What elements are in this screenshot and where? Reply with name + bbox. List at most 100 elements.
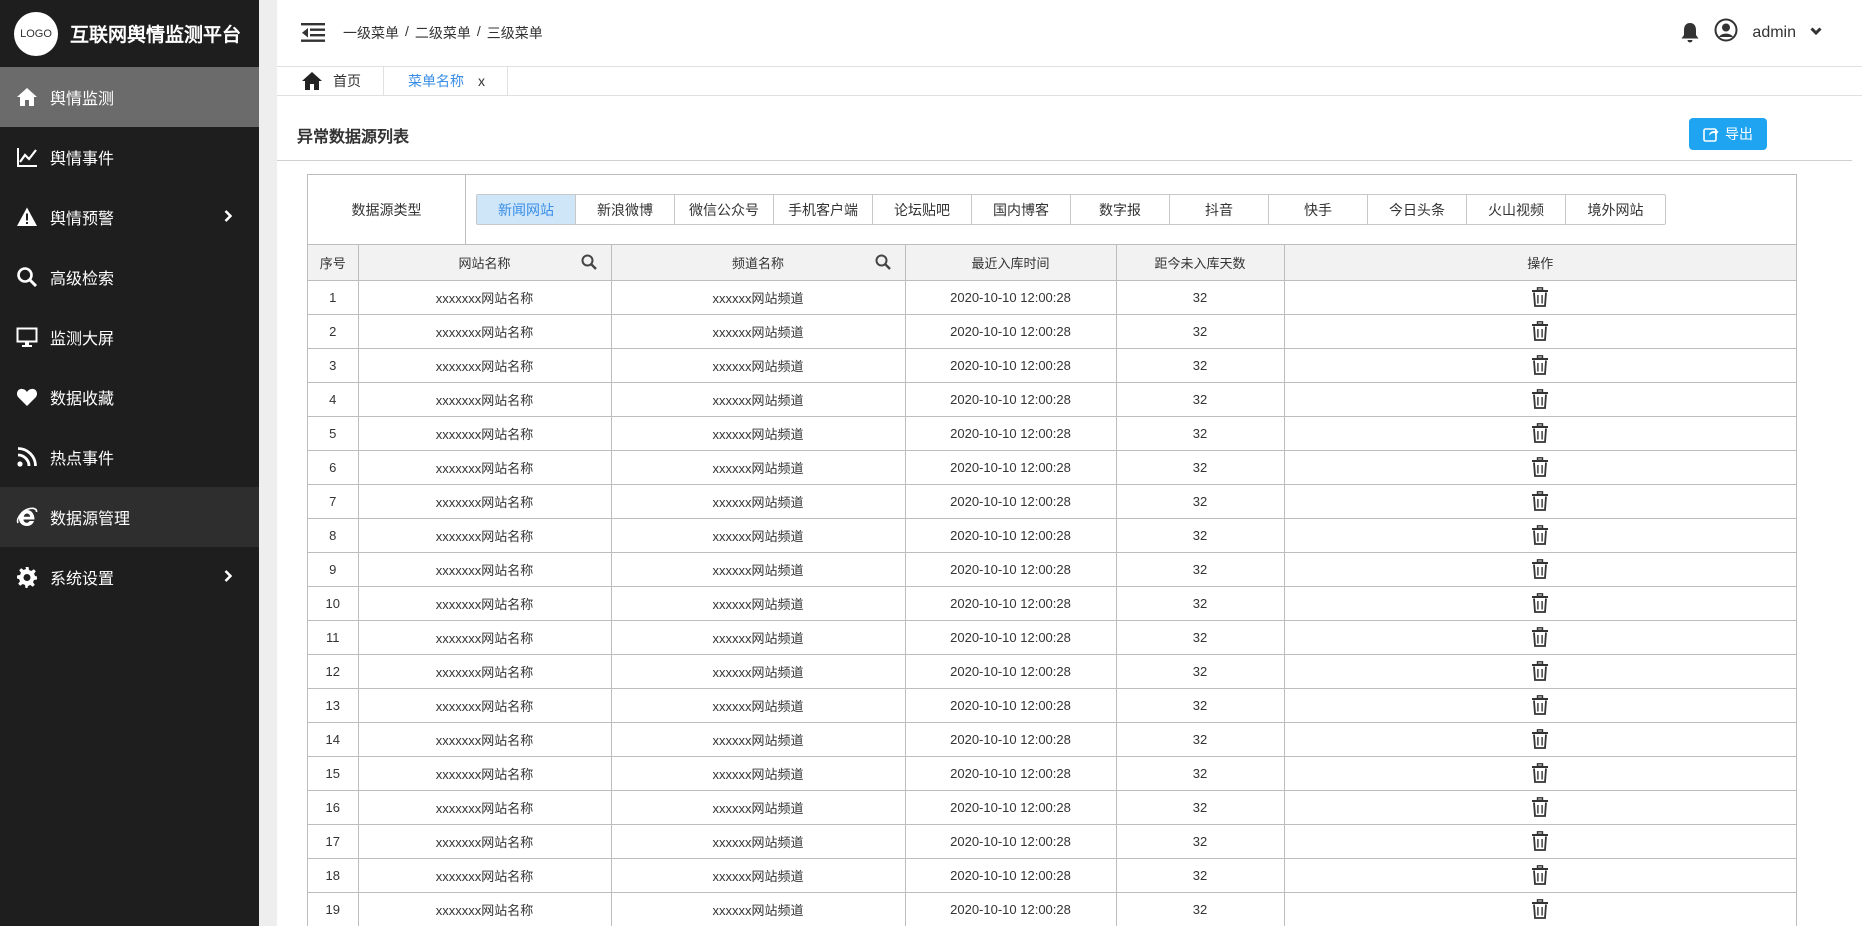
cell-days-since-ingest: 32 [1116, 858, 1285, 893]
trash-icon[interactable] [1531, 389, 1549, 409]
cell-days-since-ingest: 32 [1116, 314, 1285, 349]
trash-icon[interactable] [1531, 423, 1549, 443]
trash-icon[interactable] [1531, 559, 1549, 579]
table-row: 16 xxxxxxx网站名称 xxxxxx网站频道 2020-10-10 12:00:… [308, 790, 1796, 825]
table-row: 6 xxxxxxx网站名称 xxxxxx网站频道 2020-10-10 12:00:2… [308, 450, 1796, 485]
cell-site-name: xxxxxxx网站名称 [358, 722, 612, 757]
close-icon[interactable]: x [478, 73, 485, 89]
sidebar-item-6[interactable]: 数据收藏 [0, 367, 259, 427]
cell-site-name: xxxxxxx网站名称 [358, 314, 612, 349]
sidebar-item-9[interactable]: 系统设置 [0, 547, 259, 607]
avatar-icon[interactable] [1714, 18, 1738, 47]
trash-icon[interactable] [1531, 593, 1549, 613]
cell-channel-name: xxxxxx网站频道 [611, 382, 906, 417]
source-type-tab[interactable]: 抖音 [1170, 195, 1269, 224]
cell-actions [1284, 620, 1796, 655]
cell-row-index: 18 [308, 858, 359, 893]
menu-toggle-icon[interactable] [301, 22, 325, 44]
source-type-tab[interactable]: 新浪微博 [576, 195, 675, 224]
cell-channel-name: xxxxxx网站频道 [611, 552, 906, 587]
source-type-tab[interactable]: 微信公众号 [675, 195, 774, 224]
cell-row-index: 13 [308, 688, 359, 723]
breadcrumb-separator: / [405, 23, 409, 39]
source-type-tab[interactable]: 今日头条 [1368, 195, 1467, 224]
cell-row-index: 19 [308, 892, 359, 926]
trash-icon[interactable] [1531, 287, 1549, 307]
table-row: 4 xxxxxxx网站名称 xxxxxx网站频道 2020-10-10 12:00:2… [308, 382, 1796, 417]
trash-icon[interactable] [1531, 695, 1549, 715]
trash-icon[interactable] [1531, 899, 1549, 919]
table-row: 11 xxxxxxx网站名称 xxxxxx网站频道 2020-10-10 12:00:… [308, 620, 1796, 655]
cell-row-index: 10 [308, 586, 359, 621]
sidebar-item-3[interactable]: 舆情预警 [0, 187, 259, 247]
chevron-down-icon[interactable] [1810, 24, 1822, 42]
data-table: 序号 网站名称 频道名称 最近入库时间 距今未入库天数 操作 1 xxxxxxx网… [308, 245, 1796, 926]
tab-menu-name[interactable]: 菜单名称 x [384, 67, 508, 95]
tab-label: 菜单名称 [408, 73, 464, 89]
sidebar-item-5[interactable]: 监测大屏 [0, 307, 259, 367]
trash-icon[interactable] [1531, 457, 1549, 477]
cell-days-since-ingest: 32 [1116, 620, 1285, 655]
trash-icon[interactable] [1531, 355, 1549, 375]
cell-site-name: xxxxxxx网站名称 [358, 824, 612, 859]
sidebar-item-2[interactable]: 舆情事件 [0, 127, 259, 187]
brand: LOGO 互联网舆情监测平台 [0, 0, 259, 67]
breadcrumb-item[interactable]: 三级菜单 [487, 23, 543, 43]
cell-row-index: 16 [308, 790, 359, 825]
source-type-tab[interactable]: 境外网站 [1566, 195, 1665, 224]
cell-actions [1284, 552, 1796, 587]
trash-icon[interactable] [1531, 525, 1549, 545]
cell-site-name: xxxxxxx网站名称 [358, 858, 612, 893]
cell-last-ingest-time: 2020-10-10 12:00:28 [905, 382, 1117, 417]
cell-row-index: 1 [308, 280, 359, 315]
trash-icon[interactable] [1531, 763, 1549, 783]
user-name[interactable]: admin [1752, 24, 1796, 42]
export-button[interactable]: 导出 [1689, 118, 1767, 150]
heart-icon [16, 386, 38, 408]
cell-last-ingest-time: 2020-10-10 12:00:28 [905, 790, 1117, 825]
trash-icon[interactable] [1531, 831, 1549, 851]
trash-icon[interactable] [1531, 627, 1549, 647]
cell-actions [1284, 858, 1796, 893]
cell-site-name: xxxxxxx网站名称 [358, 382, 612, 417]
table-row: 19 xxxxxxx网站名称 xxxxxx网站频道 2020-10-10 12:00:… [308, 892, 1796, 926]
table-row: 9 xxxxxxx网站名称 xxxxxx网站频道 2020-10-10 12:00:2… [308, 552, 1796, 587]
cell-actions [1284, 314, 1796, 349]
trash-icon[interactable] [1531, 491, 1549, 511]
search-icon[interactable] [875, 254, 891, 270]
source-type-tab[interactable]: 新闻网站 [477, 195, 576, 224]
breadcrumb-item[interactable]: 一级菜单 [343, 23, 399, 43]
page-title: 异常数据源列表 [297, 129, 410, 146]
sidebar-item-1[interactable]: 舆情监测 [0, 67, 259, 127]
cell-days-since-ingest: 32 [1116, 688, 1285, 723]
breadcrumb-item[interactable]: 二级菜单 [415, 23, 471, 43]
trash-icon[interactable] [1531, 661, 1549, 681]
source-type-tab[interactable]: 火山视频 [1467, 195, 1566, 224]
sidebar-item-8[interactable]: 数据源管理 [0, 487, 259, 547]
cell-channel-name: xxxxxx网站频道 [611, 824, 906, 859]
sidebar-item-4[interactable]: 高级检索 [0, 247, 259, 307]
trash-icon[interactable] [1531, 321, 1549, 341]
tab-home[interactable]: 首页 [277, 67, 384, 95]
trash-icon[interactable] [1531, 797, 1549, 817]
table-row: 7 xxxxxxx网站名称 xxxxxx网站频道 2020-10-10 12:00:2… [308, 484, 1796, 519]
source-type-tab[interactable]: 论坛贴吧 [873, 195, 972, 224]
sidebar-item-7[interactable]: 热点事件 [0, 427, 259, 487]
brand-title: 互联网舆情监测平台 [70, 25, 242, 46]
bell-icon[interactable] [1680, 22, 1700, 44]
breadcrumb: 一级菜单 / 二级菜单 / 三级菜单 [343, 23, 543, 43]
cell-site-name: xxxxxxx网站名称 [358, 790, 612, 825]
trash-icon[interactable] [1531, 729, 1549, 749]
cell-channel-name: xxxxxx网站频道 [611, 348, 906, 383]
search-icon[interactable] [581, 254, 597, 270]
source-type-tab[interactable]: 数字报 [1071, 195, 1170, 224]
source-type-tab[interactable]: 手机客户端 [774, 195, 873, 224]
cell-row-index: 7 [308, 484, 359, 519]
cell-site-name: xxxxxxx网站名称 [358, 552, 612, 587]
trash-icon[interactable] [1531, 865, 1549, 885]
cell-actions [1284, 484, 1796, 519]
data-panel: 数据源类型 新闻网站 新浪微博 微信公众号 手机客户端 论坛贴吧 国内博客 数字报 抖音 快手今… [307, 174, 1797, 926]
source-type-tab[interactable]: 国内博客 [972, 195, 1071, 224]
source-type-tab[interactable]: 快手 [1269, 195, 1368, 224]
cell-channel-name: xxxxxx网站频道 [611, 722, 906, 757]
